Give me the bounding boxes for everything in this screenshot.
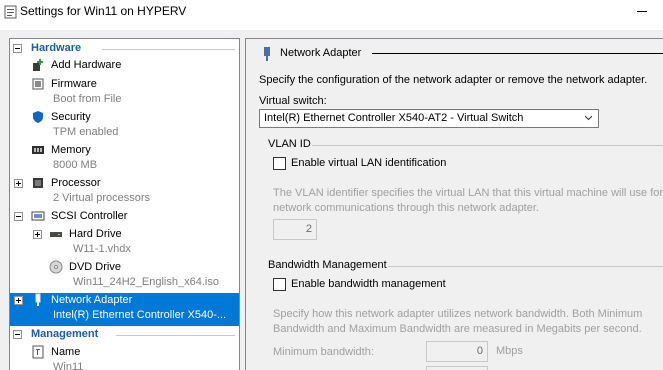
vlan-group-divider [312,145,663,146]
panel-title: Network Adapter [280,47,362,59]
section-divider [116,335,235,336]
virtual-switch-label: Virtual switch: [259,95,327,107]
tree-item-label: DVD Drive [69,261,121,273]
bandwidth-group-title: Bandwidth Management [268,259,387,271]
tree-item-scsi-controller[interactable]: SCSI Controller [10,209,239,226]
settings-app-icon [4,5,17,19]
tree-item-label: Add Hardware [51,59,122,71]
tree-item-hard-drive[interactable]: Hard Drive W11-1.vhdx [10,227,239,260]
tree-item-detail: W11-1.vhdx [73,243,131,255]
hardware-section-header[interactable]: Hardware [10,41,239,57]
tree-item-detail: TPM enabled [53,126,119,138]
tree-item-dvd-drive[interactable]: DVD Drive Win11_24H2_English_x64.iso [10,260,239,293]
tree-item-label: SCSI Controller [51,210,128,222]
vlan-id-value: 2 [305,223,312,235]
management-header-label: Management [31,328,99,340]
collapse-icon[interactable] [14,212,23,221]
tree-item-detail: 8000 MB [53,159,98,171]
shield-icon [33,111,43,123]
tree-item-security[interactable]: Security TPM enabled [10,110,239,143]
minimize-button[interactable] [620,0,663,22]
expand-icon[interactable] [14,296,23,305]
tree-item-label: Security [51,111,91,123]
tree-item-detail: Win11_24H2_English_x64.iso [73,276,219,288]
checkbox-label: Enable virtual LAN identification [291,157,447,169]
management-section-header[interactable]: Management [10,327,239,343]
title-divider [372,53,663,54]
chevron-down-icon [585,115,592,121]
processor-icon [33,178,43,188]
network-adapter-icon [264,47,270,61]
virtual-switch-value: Intel(R) Ethernet Controller X540-AT2 - … [264,112,524,124]
tree-item-memory[interactable]: Memory 8000 MB [10,143,239,176]
tree-item-network-adapter[interactable]: Network Adapter Intel(R) Ethernet Contro… [10,293,239,326]
tree-item-label: Hard Drive [69,228,122,240]
window-title: Settings for Win11 on HYPERV [20,4,187,18]
tree-item-add-hardware[interactable]: Add Hardware [10,58,239,75]
collapse-icon[interactable] [13,44,22,53]
network-adapter-panel: Network Adapter Specify the configuratio… [245,38,663,370]
network-adapter-icon [35,293,41,306]
enable-vlan-checkbox[interactable]: Enable virtual LAN identification [273,156,473,172]
expand-icon[interactable] [33,230,42,239]
vlan-id-input[interactable]: 2 [273,219,317,240]
vlan-help-text-2: network communications through this netw… [273,202,539,214]
tree-item-processor[interactable]: Processor 2 Virtual processors [10,176,239,209]
bandwidth-help-text-1: Specify how this network adapter utilize… [273,308,643,320]
firmware-icon [32,78,44,90]
tree-item-label: Processor [51,177,101,189]
hardware-header-label: Hardware [31,42,82,54]
tree-item-label: Name [51,346,81,358]
settings-tree: Hardware Add Hardware Firmware Boot from… [9,38,240,370]
tree-item-label: Memory [51,144,91,156]
tree-item-detail: Intel(R) Ethernet Controller X540-... [53,309,227,321]
vlan-group-title: VLAN ID [268,138,311,150]
scsi-controller-icon [31,211,45,221]
tree-item-label: Firmware [51,78,97,90]
minimum-bandwidth-value: 0 [476,345,483,357]
add-hardware-icon [33,59,43,71]
panel-description: Specify the configuration of the network… [259,74,648,86]
tree-item-detail: Boot from File [53,93,122,105]
minimum-bandwidth-label: Minimum bandwidth: [273,346,374,358]
maximum-bandwidth-input[interactable] [426,366,488,370]
checkbox-label: Enable bandwidth management [291,278,446,290]
dvd-disc-icon [49,260,63,274]
minimum-bandwidth-unit: Mbps [496,345,523,357]
tree-item-name[interactable]: Name Win11 [10,345,239,370]
checkbox-box[interactable] [273,278,286,291]
collapse-icon[interactable] [13,330,22,339]
name-tag-icon [32,345,44,359]
expand-icon[interactable] [14,179,23,188]
vlan-help-text-1: The VLAN identifier specifies the virtua… [273,187,663,199]
tree-item-firmware[interactable]: Firmware Boot from File [10,77,239,110]
enable-bandwidth-checkbox[interactable]: Enable bandwidth management [273,277,473,293]
minimum-bandwidth-input[interactable]: 0 [426,341,488,362]
title-bar: Settings for Win11 on HYPERV [0,0,663,30]
section-divider [102,49,235,50]
hard-drive-icon [50,232,62,237]
bandwidth-help-text-2: Bandwidth and Maximum Bandwidth are meas… [273,323,642,335]
memory-icon [32,146,44,154]
checkbox-box[interactable] [273,157,286,170]
tree-item-detail: 2 Virtual processors [53,192,151,204]
virtual-switch-dropdown[interactable]: Intel(R) Ethernet Controller X540-AT2 - … [259,109,599,128]
tree-item-label: Network Adapter [51,294,133,306]
bandwidth-group-divider [388,266,663,267]
